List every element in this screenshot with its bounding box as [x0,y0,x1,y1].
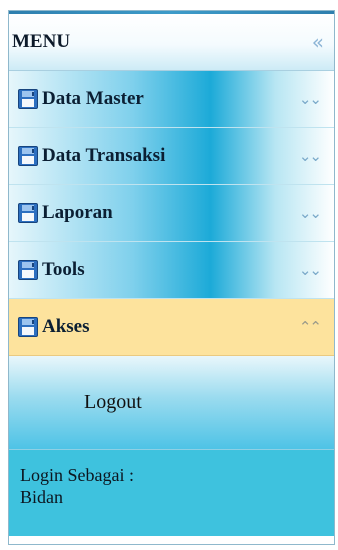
double-chevron-left-icon[interactable]: « [312,30,324,54]
nav-item-label: Laporan [42,202,113,223]
nav-item-label: Data Transaksi [42,145,166,166]
login-as-label: Login Sebagai : [20,465,134,485]
nav-item-left: Laporan [18,202,113,224]
nav-item-akses[interactable]: Akses ⌃⌃ [9,299,334,356]
nav-item-label: Data Master [42,88,144,109]
side-menu-panel: MENU « Data Master ⌄⌄ Data Transaksi ⌄⌄ … [8,10,335,545]
nav-item-data-transaksi[interactable]: Data Transaksi ⌄⌄ [9,128,334,185]
nav-item-tools[interactable]: Tools ⌄⌄ [9,242,334,299]
akses-submenu: Logout [9,356,334,450]
menu-title: MENU [12,31,71,52]
nav-item-left: Data Transaksi [18,145,165,167]
nav-item-label: Akses [42,316,90,337]
login-info-footer: Login Sebagai : Bidan [9,450,334,536]
floppy-disk-icon [18,203,38,223]
nav-item-data-master[interactable]: Data Master ⌄⌄ [9,71,334,128]
floppy-disk-icon [18,89,38,109]
login-role-value: Bidan [20,487,63,507]
nav-item-left: Data Master [18,88,144,110]
double-chevron-down-icon[interactable]: ⌄⌄ [299,204,322,222]
floppy-disk-icon [18,260,38,280]
nav-item-left: Tools [18,259,85,281]
double-chevron-down-icon[interactable]: ⌄⌄ [299,261,322,279]
double-chevron-down-icon[interactable]: ⌄⌄ [299,90,322,108]
double-chevron-up-icon[interactable]: ⌃⌃ [299,318,322,336]
menu-header: MENU « [9,14,334,71]
double-chevron-down-icon[interactable]: ⌄⌄ [299,147,322,165]
floppy-disk-icon [18,146,38,166]
nav-item-label: Tools [42,259,85,280]
floppy-disk-icon [18,317,38,337]
nav-item-left: Akses [18,316,90,338]
logout-link[interactable]: Logout [84,391,142,414]
nav-item-laporan[interactable]: Laporan ⌄⌄ [9,185,334,242]
